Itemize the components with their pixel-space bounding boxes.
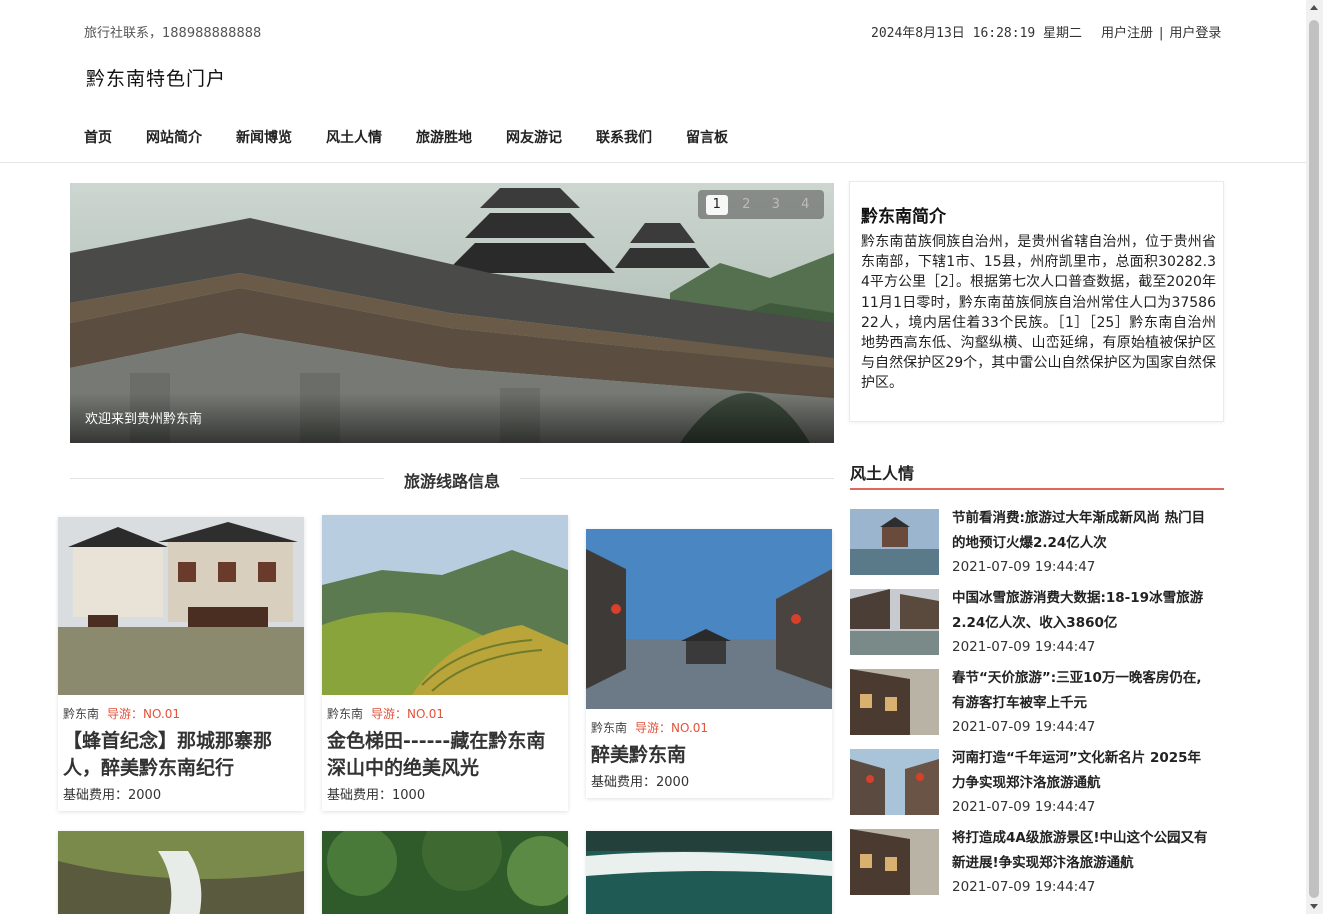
scroll-thumb[interactable]	[1309, 20, 1319, 898]
route-card[interactable]	[322, 831, 568, 914]
route-card[interactable]: 黔东南 导游：NO.01 金色梯田------藏在黔东南深山中的绝美风光 基础费用…	[322, 515, 568, 811]
nav-attractions[interactable]: 旅游胜地	[416, 127, 472, 147]
route-card-title[interactable]: 醉美黔东南	[586, 736, 832, 769]
route-card[interactable]	[58, 831, 304, 914]
route-card-image	[58, 517, 304, 695]
route-card-image	[322, 831, 568, 914]
route-card-image	[586, 831, 832, 914]
news-item[interactable]: 将打造成4A级旅游景区!中山这个公园又有新进展!争实现郑汴洛旅游通航 2021-…	[850, 829, 1224, 897]
route-card-cost: 基础费用：2000	[63, 788, 162, 803]
routes-heading-title: 旅游线路信息	[403, 472, 500, 491]
customs-heading: 风土人情	[850, 460, 1224, 490]
intro-body: 黔东南苗族侗族自治州，是贵州省辖自治州，位于贵州省东南部，下辖1市、15县，州府…	[861, 234, 1216, 392]
route-card-cost: 基础费用：1000	[327, 788, 426, 803]
login-link[interactable]: 用户登录	[1169, 26, 1221, 41]
news-date: 2021-07-09 19:44:47	[952, 879, 1096, 895]
banner-caption-overlay: 欢迎来到贵州黔东南	[70, 393, 834, 443]
user-links: 用户注册 | 用户登录	[1101, 22, 1221, 41]
route-region: 黔东南	[591, 721, 628, 735]
route-region: 黔东南	[63, 707, 100, 721]
news-thumbnail	[850, 829, 939, 895]
banner-page-4[interactable]: 4	[795, 195, 817, 215]
banner-pagination: 1 2 3 4	[698, 190, 824, 219]
contact-info: 旅行社联系，188988888888	[84, 26, 262, 41]
banner-caption: 欢迎来到贵州黔东南	[85, 412, 203, 427]
news-thumbnail	[850, 669, 939, 735]
route-region: 黔东南	[327, 707, 364, 721]
banner-carousel[interactable]: 欢迎来到贵州黔东南 1 2 3 4	[70, 183, 834, 443]
current-datetime: 2024年8月13日 16:28:19 星期二	[871, 26, 1083, 41]
route-card-image	[322, 515, 568, 695]
route-guide: 导游：NO.01	[635, 721, 709, 735]
nav-guestbook[interactable]: 留言板	[686, 127, 728, 147]
news-date: 2021-07-09 19:44:47	[952, 719, 1096, 735]
news-date: 2021-07-09 19:44:47	[952, 559, 1096, 575]
route-card-meta: 黔东南 导游：NO.01	[58, 695, 304, 722]
route-card-title[interactable]: 金色梯田------藏在黔东南深山中的绝美风光	[322, 722, 568, 782]
routes-heading: 旅游线路信息	[70, 467, 834, 491]
intro-title: 黔东南简介	[861, 207, 946, 227]
news-item[interactable]: 中国冰雪旅游消费大数据:18-19冰雪旅游2.24亿人次、收入3860亿 202…	[850, 589, 1224, 657]
link-separator: |	[1159, 26, 1164, 41]
page-scrollbar[interactable]	[1306, 0, 1323, 914]
news-title[interactable]: 将打造成4A级旅游景区!中山这个公园又有新进展!争实现郑汴洛旅游通航	[952, 826, 1212, 876]
banner-page-2[interactable]: 2	[736, 195, 758, 215]
news-title[interactable]: 河南打造“千年运河”文化新名片 2025年力争实现郑汴洛旅游通航	[952, 746, 1212, 796]
route-card-meta: 黔东南 导游：NO.01	[322, 695, 568, 722]
scroll-down-arrow-icon[interactable]	[1310, 904, 1318, 909]
main-nav: 首页 网站简介 新闻博览 风土人情 旅游胜地 网友游记 联系我们 留言板	[84, 127, 762, 147]
nav-site-intro[interactable]: 网站简介	[146, 127, 202, 147]
route-card-image	[586, 529, 832, 709]
nav-customs[interactable]: 风土人情	[326, 127, 382, 147]
news-date: 2021-07-09 19:44:47	[952, 639, 1096, 655]
news-thumbnail	[850, 509, 939, 575]
news-item[interactable]: 河南打造“千年运河”文化新名片 2025年力争实现郑汴洛旅游通航 2021-07…	[850, 749, 1224, 817]
nav-home[interactable]: 首页	[84, 127, 112, 147]
route-card[interactable]: 黔东南 导游：NO.01 醉美黔东南 基础费用：2000	[586, 529, 832, 798]
nav-contact[interactable]: 联系我们	[596, 127, 652, 147]
site-header: 旅行社联系，188988888888 2024年8月13日 16:28:19 星…	[0, 0, 1306, 163]
banner-page-1[interactable]: 1	[706, 194, 728, 215]
scroll-up-arrow-icon[interactable]	[1310, 5, 1318, 10]
route-guide: 导游：NO.01	[371, 707, 445, 721]
news-item[interactable]: 春节“天价旅游”:三亚10万一晚客房仍在,有游客打车被宰上千元 2021-07-…	[850, 669, 1224, 737]
customs-heading-title: 风土人情	[850, 464, 915, 483]
route-card-cost: 基础费用：2000	[591, 775, 690, 790]
nav-travelogues[interactable]: 网友游记	[506, 127, 562, 147]
news-thumbnail	[850, 589, 939, 655]
news-title[interactable]: 中国冰雪旅游消费大数据:18-19冰雪旅游2.24亿人次、收入3860亿	[952, 586, 1212, 636]
news-item[interactable]: 节前看消费:旅游过大年渐成新风尚 热门目的地预订火爆2.24亿人次 2021-0…	[850, 509, 1224, 577]
banner-page-3[interactable]: 3	[765, 195, 787, 215]
route-card[interactable]: 黔东南 导游：NO.01 【蜂首纪念】那城那寨那人，醉美黔东南纪行 基础费用：20…	[58, 517, 304, 811]
route-guide: 导游：NO.01	[107, 707, 181, 721]
route-card-meta: 黔东南 导游：NO.01	[586, 709, 832, 736]
intro-box: 黔东南简介 黔东南苗族侗族自治州，是贵州省辖自治州，位于贵州省东南部，下辖1市、…	[849, 181, 1224, 422]
nav-news[interactable]: 新闻博览	[236, 127, 292, 147]
news-title[interactable]: 春节“天价旅游”:三亚10万一晚客房仍在,有游客打车被宰上千元	[952, 666, 1212, 716]
route-card-image	[58, 831, 304, 914]
site-title[interactable]: 黔东南特色门户	[86, 64, 226, 91]
news-date: 2021-07-09 19:44:47	[952, 799, 1096, 815]
route-card[interactable]	[586, 831, 832, 914]
route-card-title[interactable]: 【蜂首纪念】那城那寨那人，醉美黔东南纪行	[58, 722, 304, 782]
news-title[interactable]: 节前看消费:旅游过大年渐成新风尚 热门目的地预订火爆2.24亿人次	[952, 506, 1212, 556]
news-thumbnail	[850, 749, 939, 815]
register-link[interactable]: 用户注册	[1101, 26, 1153, 41]
